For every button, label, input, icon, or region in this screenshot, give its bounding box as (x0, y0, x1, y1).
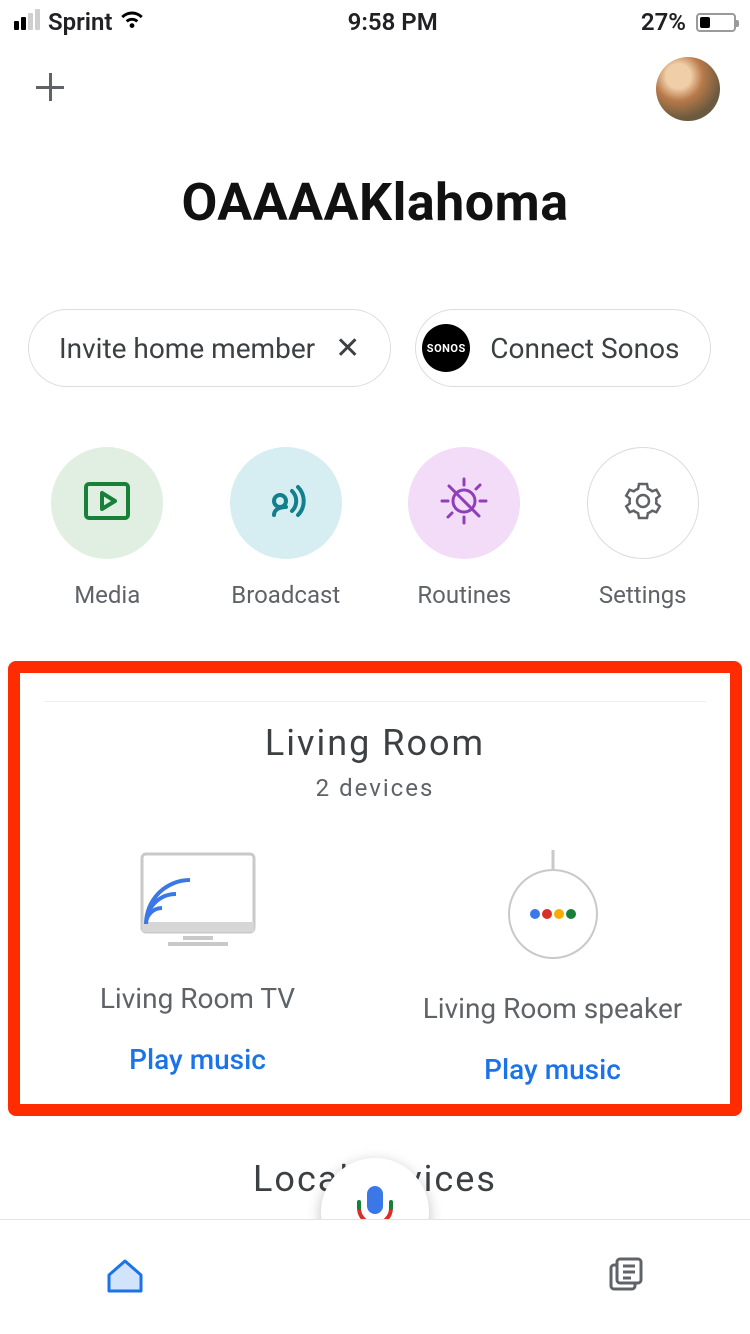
living-room-card[interactable]: Living Room 2 devices Living Room TV Pla… (8, 661, 742, 1116)
media-action[interactable]: Media (18, 447, 197, 609)
media-icon (84, 482, 130, 524)
gear-icon (623, 481, 663, 525)
battery-pct: 27% (641, 8, 686, 36)
action-label: Settings (599, 581, 687, 609)
speaker-icon (493, 846, 613, 970)
quick-actions-row: Media Broadcast Routines Settings (0, 447, 750, 609)
room-device-count: 2 devices (20, 774, 730, 802)
profile-avatar[interactable] (656, 57, 720, 121)
connect-sonos-chip[interactable]: SONOS Connect Sonos (415, 309, 710, 387)
home-tab[interactable] (103, 1253, 147, 1301)
home-title: OAAAAKlahoma (0, 172, 750, 233)
play-music-link[interactable]: Play music (484, 1053, 621, 1086)
top-bar (0, 44, 750, 134)
bottom-nav (0, 1219, 750, 1334)
invite-home-member-chip[interactable]: Invite home member ✕ (28, 309, 391, 387)
status-bar: Sprint 9:58 PM 27% (0, 0, 750, 44)
wifi-icon (119, 8, 145, 36)
action-label: Routines (417, 581, 511, 609)
play-music-link[interactable]: Play music (129, 1043, 266, 1076)
broadcast-action[interactable]: Broadcast (197, 447, 376, 609)
action-label: Media (74, 581, 140, 609)
carrier-label: Sprint (48, 8, 113, 36)
device-name: Living Room TV (100, 982, 295, 1015)
suggestion-chips: Invite home member ✕ SONOS Connect Sonos (0, 309, 750, 387)
action-label: Broadcast (231, 581, 340, 609)
sonos-logo-icon: SONOS (422, 324, 470, 372)
routines-action[interactable]: Routines (375, 447, 554, 609)
status-time: 9:58 PM (348, 8, 438, 36)
broadcast-icon (262, 479, 310, 527)
cell-signal-icon (14, 8, 42, 36)
chip-label: Connect Sonos (490, 332, 679, 365)
device-living-room-tv[interactable]: Living Room TV Play music (20, 846, 375, 1086)
settings-action[interactable]: Settings (554, 447, 733, 609)
battery-icon (696, 13, 736, 32)
chip-label: Invite home member (59, 332, 315, 365)
device-living-room-speaker[interactable]: Living Room speaker Play music (375, 846, 730, 1086)
room-name: Living Room (20, 722, 730, 764)
add-button[interactable] (30, 67, 70, 111)
activity-tab[interactable] (603, 1253, 647, 1301)
close-icon[interactable]: ✕ (335, 331, 360, 366)
tv-cast-icon (128, 846, 268, 960)
routines-icon (438, 475, 490, 531)
device-name: Living Room speaker (423, 992, 683, 1025)
